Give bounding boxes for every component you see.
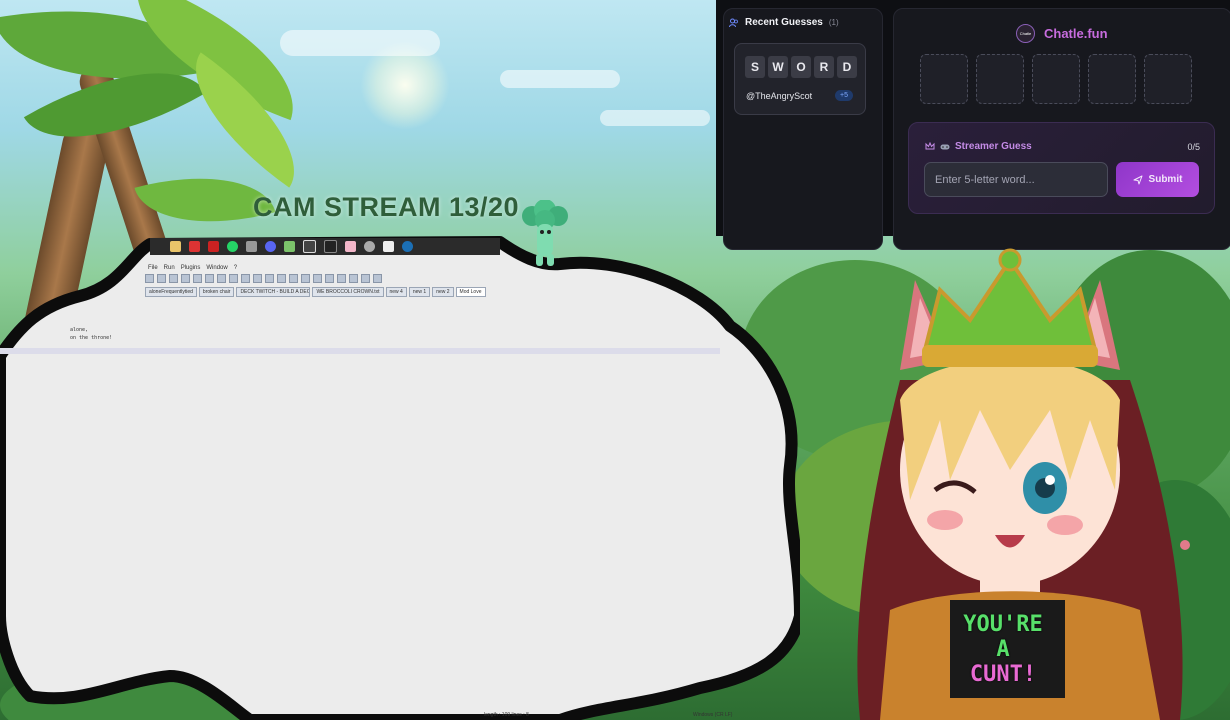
answer-tile xyxy=(1088,54,1136,104)
file-tab[interactable]: DECK TWITCH - BUILD A DECK STREAMER.txt xyxy=(236,287,311,297)
toolbar-button[interactable] xyxy=(301,274,310,283)
letter-tile: O xyxy=(791,56,811,78)
streamer-guess-label: Streamer Guess xyxy=(955,141,1032,152)
cloud xyxy=(280,30,440,56)
letter-tile: D xyxy=(837,56,857,78)
menu-help[interactable]: ? xyxy=(234,265,237,271)
stream-title: CAM STREAM 13/20 xyxy=(253,192,520,222)
toolbar-button[interactable] xyxy=(265,274,274,283)
file-tab[interactable]: aloneFrequentlytied xyxy=(145,287,197,297)
chatle-logo: Chatle xyxy=(1016,24,1035,43)
discord-icon[interactable] xyxy=(265,241,276,252)
toolbar-button[interactable] xyxy=(349,274,358,283)
streamer-guess-header: Streamer Guess xyxy=(925,141,1032,152)
toolbar-button[interactable] xyxy=(157,274,166,283)
recent-guesses-count: (1) xyxy=(828,18,839,27)
menu-file[interactable]: File xyxy=(148,265,158,271)
toolbar-button[interactable] xyxy=(241,274,250,283)
shirt-line: YOU'RE xyxy=(963,612,1043,637)
toolbar-button[interactable] xyxy=(277,274,286,283)
toolbar-button[interactable] xyxy=(193,274,202,283)
shirt-line: A xyxy=(996,637,1010,662)
steam-icon[interactable] xyxy=(402,241,413,252)
toolbar-button[interactable] xyxy=(373,274,382,283)
menu-window[interactable]: Window xyxy=(206,265,227,271)
recent-guesses-title: Recent Guesses xyxy=(745,17,823,28)
pin-icon[interactable] xyxy=(208,241,219,252)
file-tab[interactable]: broken chair xyxy=(198,287,235,297)
text-line: alone, xyxy=(70,327,89,333)
letter-tile: R xyxy=(814,56,834,78)
settings-icon[interactable] xyxy=(364,241,375,252)
file-tab[interactable]: WE BROCCOLI CROWN.txt xyxy=(312,287,384,297)
brand: Chatle Chatle.fun xyxy=(1016,24,1108,43)
guesser-username: @TheAngryScot xyxy=(746,91,813,101)
letter-tile: W xyxy=(768,56,788,78)
file-tab[interactable]: new 4 xyxy=(385,287,407,297)
submit-button[interactable]: Submit xyxy=(1116,162,1199,197)
answer-tile xyxy=(920,54,968,104)
toolbar-button[interactable] xyxy=(205,274,214,283)
toolbar-button[interactable] xyxy=(229,274,238,283)
status-length: length : 109 lines : 8 xyxy=(484,712,529,718)
notepad-window xyxy=(0,236,800,720)
crown-icon xyxy=(925,142,935,150)
toolbar-button[interactable] xyxy=(217,274,226,283)
letter-tile: S xyxy=(745,56,765,78)
capcut-icon[interactable] xyxy=(383,241,394,252)
terminal-icon[interactable] xyxy=(324,240,337,253)
file-tab[interactable]: new 1 xyxy=(408,287,431,297)
capcut-icon[interactable] xyxy=(303,240,316,253)
notepad-toolbar xyxy=(145,274,382,283)
word-input[interactable] xyxy=(924,162,1108,197)
text-line: on the throne! xyxy=(70,335,113,341)
toolbar-button[interactable] xyxy=(325,274,334,283)
answer-tile xyxy=(1144,54,1192,104)
shirt-text: YOU'RE A CUNT! xyxy=(948,612,1058,687)
file-tab[interactable]: new 2 xyxy=(432,287,454,297)
status-eol: Windows (CR LF) xyxy=(693,712,733,718)
taskbar xyxy=(150,238,500,255)
send-icon xyxy=(1133,175,1143,184)
gamepad-icon xyxy=(940,144,950,149)
answer-tile xyxy=(976,54,1024,104)
toolbar-button[interactable] xyxy=(289,274,298,283)
guess-letters: S W O R D xyxy=(745,56,857,78)
anime-app-icon[interactable] xyxy=(345,241,356,252)
record-icon[interactable] xyxy=(189,241,200,252)
streamer-guess-count: 0/5 xyxy=(1187,142,1200,152)
app-icon[interactable] xyxy=(246,241,257,252)
score-badge: +5 xyxy=(835,90,853,101)
menu-plugins[interactable]: Plugins xyxy=(181,265,201,271)
cloud xyxy=(600,110,710,126)
notepad-tabs: aloneFrequentlytied broken chair DECK TW… xyxy=(145,287,486,297)
notepad-blob-frame xyxy=(0,236,800,720)
answer-tiles xyxy=(920,54,1192,104)
answer-tile xyxy=(1032,54,1080,104)
folder-icon[interactable] xyxy=(170,241,181,252)
toolbar-button[interactable] xyxy=(181,274,190,283)
cloud xyxy=(500,70,620,88)
streamer-guess-box: Streamer Guess 0/5 Submit xyxy=(908,122,1215,214)
brand-name: Chatle.fun xyxy=(1044,26,1108,41)
broccoli-mascot xyxy=(522,200,568,266)
current-line-highlight xyxy=(0,348,720,354)
toolbar-button[interactable] xyxy=(337,274,346,283)
notepad-text-area[interactable]: alone, on the throne! xyxy=(70,326,112,342)
toolbar-button[interactable] xyxy=(253,274,262,283)
file-tab-active[interactable]: Mod Love xyxy=(455,287,486,297)
submit-label: Submit xyxy=(1148,174,1183,185)
notepad-icon[interactable] xyxy=(284,241,295,252)
whatsapp-icon[interactable] xyxy=(227,241,238,252)
toolbar-button[interactable] xyxy=(169,274,178,283)
menu-run[interactable]: Run xyxy=(164,265,175,271)
toolbar-button[interactable] xyxy=(313,274,322,283)
toolbar-button[interactable] xyxy=(145,274,154,283)
recent-guesses-header: Recent Guesses (1) xyxy=(729,17,839,28)
toolbar-button[interactable] xyxy=(361,274,370,283)
users-icon xyxy=(729,18,738,27)
guess-card: S W O R D @TheAngryScot +5 xyxy=(734,43,866,115)
shirt-line: CUNT! xyxy=(969,662,1037,687)
notepad-menubar: File Run Plugins Window ? xyxy=(148,265,237,271)
